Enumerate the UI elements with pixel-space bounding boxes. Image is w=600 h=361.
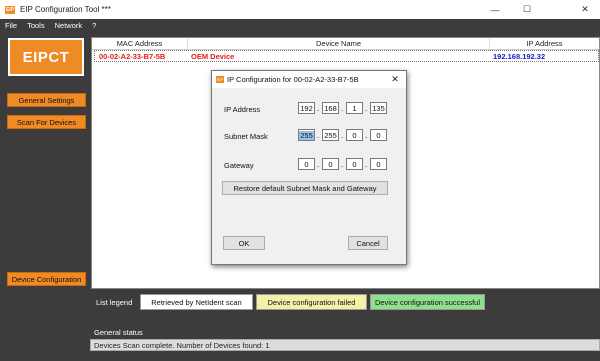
general-settings-button[interactable]: General Settings	[7, 93, 86, 107]
ip-dot-2: .	[341, 104, 344, 113]
ip-dot-3: .	[365, 104, 368, 113]
cell-device-name: OEM Device	[191, 51, 235, 61]
app-icon: EIP	[5, 5, 15, 14]
gateway-octet-3[interactable]: 0	[346, 158, 363, 170]
gateway-label: Gateway	[224, 161, 254, 170]
dialog-app-icon: EIP	[216, 76, 224, 83]
column-header-ip[interactable]: IP Address	[490, 38, 599, 49]
title-bar: EIP EIP Configuration Tool *** — ☐ ✕	[0, 0, 600, 19]
ip-octet-1[interactable]: 192	[298, 102, 315, 114]
mask-octet-2[interactable]: 255	[322, 129, 339, 141]
cell-mac: 00-02-A2-33-B7-5B	[99, 51, 166, 61]
legend-item-failed: Device configuration failed	[256, 294, 367, 310]
table-row[interactable]: 00-02-A2-33-B7-5B OEM Device 192.168.192…	[94, 50, 599, 62]
dialog-title: IP Configuration for 00-02-A2-33-B7-5B	[227, 75, 359, 84]
maximize-button[interactable]: ☐	[512, 0, 542, 19]
window-title: EIP Configuration Tool ***	[20, 5, 111, 14]
logo: EIPCT	[8, 38, 84, 76]
gateway-dot-3: .	[365, 160, 368, 169]
ok-button[interactable]: OK	[223, 236, 265, 250]
ip-octet-2[interactable]: 168	[322, 102, 339, 114]
column-header-device-name[interactable]: Device Name	[188, 38, 490, 49]
mask-dot-1: .	[317, 131, 320, 140]
sidebar: EIPCT General Settings Scan For Devices …	[0, 32, 90, 361]
mask-octet-1[interactable]: 255	[298, 129, 315, 141]
ip-dot-1: .	[317, 104, 320, 113]
mask-octet-4[interactable]: 0	[370, 129, 387, 141]
cancel-button[interactable]: Cancel	[348, 236, 388, 250]
scan-devices-button[interactable]: Scan For Devices	[7, 115, 86, 129]
menu-help[interactable]: ?	[87, 21, 101, 30]
gateway-octet-1[interactable]: 0	[298, 158, 315, 170]
mask-octet-3[interactable]: 0	[346, 129, 363, 141]
restore-defaults-button[interactable]: Restore default Subnet Mask and Gateway	[222, 181, 388, 195]
cell-ip: 192.168.192.32	[493, 51, 546, 61]
subnet-mask-label: Subnet Mask	[224, 132, 268, 141]
legend-item-success: Device configuration successful	[370, 294, 485, 310]
ip-octet-3[interactable]: 1	[346, 102, 363, 114]
dialog-close-icon[interactable]: ✕	[389, 73, 401, 85]
menu-bar: File Tools Network ?	[0, 19, 600, 32]
column-header-mac[interactable]: MAC Address	[92, 38, 188, 49]
menu-network[interactable]: Network	[50, 21, 88, 30]
device-configuration-button[interactable]: Device Configuration	[7, 272, 86, 286]
mask-dot-2: .	[341, 131, 344, 140]
ip-address-label: IP Address	[224, 105, 261, 114]
table-header: MAC Address Device Name IP Address	[92, 38, 599, 50]
close-window-button[interactable]: ✕	[570, 0, 600, 19]
status-bar: Devices Scan complete. Number of Devices…	[90, 339, 600, 351]
menu-file[interactable]: File	[0, 21, 22, 30]
legend-item-retrieved: Retrieved by NetIdent scan	[140, 294, 253, 310]
gateway-dot-2: .	[341, 160, 344, 169]
ip-octet-4[interactable]: 135	[370, 102, 387, 114]
ip-configuration-dialog: EIP IP Configuration for 00-02-A2-33-B7-…	[211, 70, 407, 265]
gateway-octet-4[interactable]: 0	[370, 158, 387, 170]
gateway-octet-2[interactable]: 0	[322, 158, 339, 170]
gateway-dot-1: .	[317, 160, 320, 169]
mask-octet-1-value: 255	[299, 130, 314, 140]
dialog-title-bar: EIP IP Configuration for 00-02-A2-33-B7-…	[212, 71, 406, 88]
legend-label: List legend	[96, 298, 133, 307]
mask-dot-3: .	[365, 131, 368, 140]
menu-tools[interactable]: Tools	[22, 21, 50, 30]
general-status-label: General status	[94, 328, 143, 337]
minimize-button[interactable]: —	[480, 0, 510, 19]
